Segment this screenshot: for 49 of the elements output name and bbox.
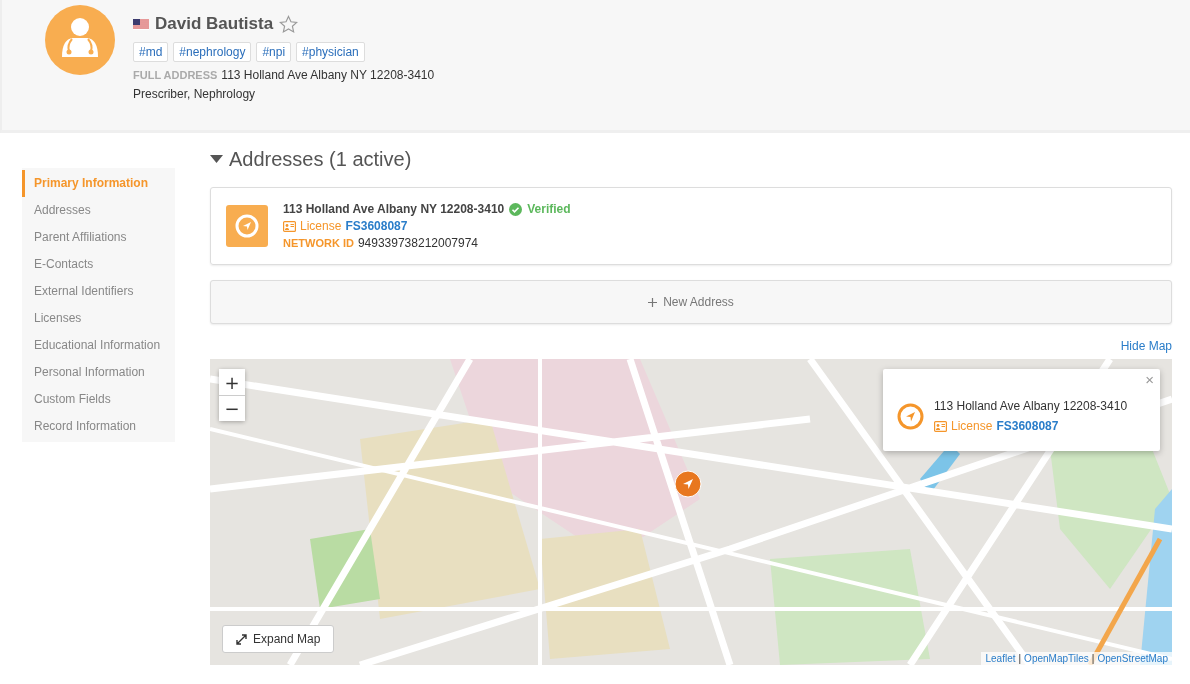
sidebar-item[interactable]: Addresses — [22, 197, 175, 224]
license-link[interactable]: FS3608087 — [345, 219, 408, 233]
map-marker-icon[interactable] — [674, 470, 702, 498]
close-button[interactable]: × — [1145, 371, 1154, 388]
caret-icon[interactable] — [210, 155, 223, 163]
new-address-button[interactable]: New Address — [210, 280, 1172, 324]
tag[interactable]: #md — [133, 42, 169, 62]
sidebar-item[interactable]: E-Contacts — [22, 251, 175, 278]
attribution-separator: | — [1091, 653, 1095, 664]
hide-map-link[interactable]: Hide Map — [1120, 339, 1172, 353]
verified-status: Verified — [527, 202, 571, 216]
license-link[interactable]: FS3608087 — [996, 419, 1059, 433]
tag[interactable]: #npi — [256, 42, 292, 62]
expand-map-button[interactable]: Expand Map — [222, 625, 335, 653]
sidebar-item[interactable]: Custom Fields — [22, 386, 175, 413]
navigation-icon — [226, 205, 268, 247]
star-icon[interactable] — [279, 14, 299, 34]
section-title: Addresses (1 active) — [229, 147, 412, 171]
field-label: FULL ADDRESS — [133, 69, 218, 81]
sidebar-item[interactable]: Record Information — [22, 413, 175, 440]
attribution-separator: | — [1018, 653, 1022, 664]
full-address: 113 Holland Ave Albany NY 12208-3410 — [221, 68, 435, 82]
attribution-link[interactable]: OpenMapTiles — [1024, 653, 1089, 664]
license-icon — [283, 220, 296, 232]
tag[interactable]: #physician — [296, 42, 365, 62]
sidebar-item[interactable]: Educational Information — [22, 332, 175, 359]
network-id: 949339738212007974 — [357, 236, 479, 250]
contact-name: David Bautista — [155, 14, 274, 34]
license-label: License — [300, 219, 342, 233]
plus-icon — [648, 297, 658, 307]
attribution-link[interactable]: OpenStreetMap — [1097, 653, 1168, 664]
zoom-in-button[interactable]: + — [219, 369, 245, 395]
sidebar-item[interactable]: External Identifiers — [22, 278, 175, 305]
sidebar-item[interactable]: Licenses — [22, 305, 175, 332]
navigation-icon — [897, 402, 924, 430]
sidebar-item[interactable]: Personal Information — [22, 359, 175, 386]
network-id-label: NETWORK ID — [283, 237, 354, 249]
expand-icon — [236, 633, 247, 645]
doctor-avatar-icon — [45, 5, 115, 75]
address-text: 113 Holland Ave Albany NY 12208-3410 — [283, 202, 505, 216]
popup-address: 113 Holland Ave Albany 12208-3410 — [934, 399, 1128, 413]
role-text: Prescriber, Nephrology — [133, 87, 257, 101]
flag-icon — [133, 18, 149, 30]
license-icon — [934, 420, 947, 432]
attribution-link[interactable]: Leaflet — [985, 653, 1016, 664]
license-label: License — [951, 419, 993, 433]
zoom-out-button[interactable]: − — [219, 395, 245, 421]
sidebar-item[interactable]: Parent Affiliations — [22, 224, 175, 251]
tag[interactable]: #nephrology — [173, 42, 252, 62]
